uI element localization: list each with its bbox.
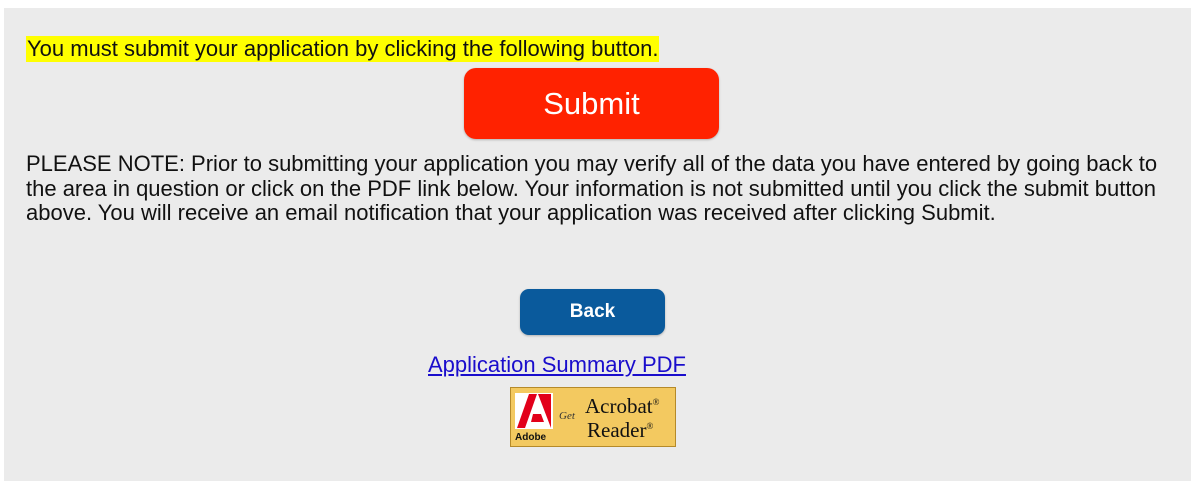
badge-adobe-text: Adobe: [515, 432, 547, 443]
badge-acrobat-text: Acrobat®: [585, 394, 660, 418]
badge-reader-text: Reader®: [587, 418, 654, 442]
application-summary-pdf-link[interactable]: Application Summary PDF: [428, 352, 686, 378]
please-note-text: PLEASE NOTE: Prior to submitting your ap…: [26, 151, 1158, 225]
get-acrobat-reader-badge[interactable]: Adobe Get Acrobat® Reader®: [510, 387, 676, 447]
badge-get-text: Get: [559, 410, 575, 422]
submit-instruction-text: You must submit your application by clic…: [26, 36, 660, 62]
back-button[interactable]: Back: [520, 289, 665, 335]
submit-button[interactable]: Submit: [464, 68, 719, 139]
